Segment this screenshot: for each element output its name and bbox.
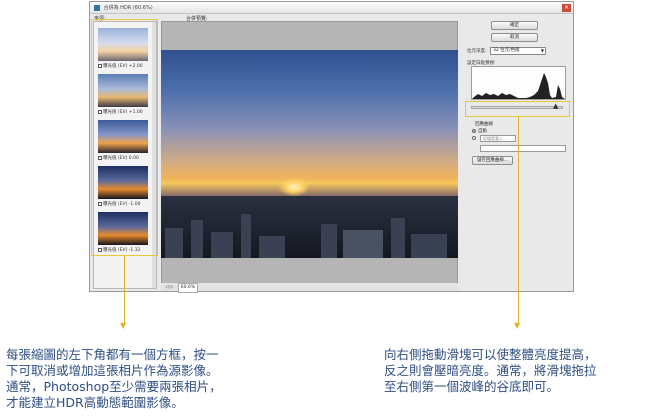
bit-depth-label: 位元深度: — [467, 49, 487, 54]
curve-path-field[interactable] — [480, 145, 566, 152]
histogram-graph — [472, 73, 565, 99]
load-curve-field[interactable]: 從檔案載入... — [480, 135, 516, 142]
close-button[interactable]: × — [562, 4, 571, 12]
nav-arrows-icon[interactable]: ◁ ▷ — [165, 285, 173, 290]
hdr-preview-image — [161, 50, 458, 258]
sun-glow — [279, 178, 309, 196]
left-annotation: 每張縮圖的左下角都有一個方框，按一 下可取消或增加這張相片作為源影像。 通常，P… — [6, 347, 222, 410]
radio-icon — [472, 136, 476, 140]
preview-status-bar: ◁ ▷ 60.6% — [161, 283, 458, 293]
left-callout-line — [124, 256, 125, 326]
title-bar: 合併為 HDR (60.6%) — [90, 2, 573, 14]
right-callout-arrow-icon: ▼ — [514, 321, 521, 330]
window-title: 合併為 HDR (60.6%) — [103, 5, 153, 11]
left-callout-arrow-icon: ▼ — [120, 321, 127, 330]
ok-button[interactable]: 確定 — [491, 21, 538, 30]
city-skyline — [161, 196, 458, 258]
tutorial-figure: 合併為 HDR (60.6%) × 來源: 合併預覽: 曝光值 (EV) +2.… — [0, 0, 650, 418]
bit-depth-select[interactable]: 32 位元/色版 ▼ — [490, 47, 546, 55]
auto-radio[interactable]: 自動 — [472, 128, 487, 134]
chevron-down-icon: ▼ — [540, 48, 544, 53]
thumbnail-highlight-box — [91, 19, 158, 256]
slider-highlight-box — [465, 101, 570, 117]
right-callout-line — [518, 117, 519, 326]
radio-selected-icon — [472, 128, 476, 133]
cancel-button[interactable]: 取消 — [491, 33, 538, 42]
photoshop-app-icon — [94, 4, 100, 11]
zoom-select[interactable]: 60.6% — [177, 283, 199, 293]
response-curve-label: 回應曲線 — [475, 122, 493, 127]
histogram — [471, 66, 566, 100]
load-radio[interactable] — [472, 136, 478, 142]
save-curve-button[interactable]: 儲存回應曲線... — [472, 156, 513, 165]
right-annotation: 向右側拖動滑塊可以使整體亮度提高， 反之則會壓暗亮度。通常，將滑塊拖拉 至右側第… — [384, 347, 597, 394]
